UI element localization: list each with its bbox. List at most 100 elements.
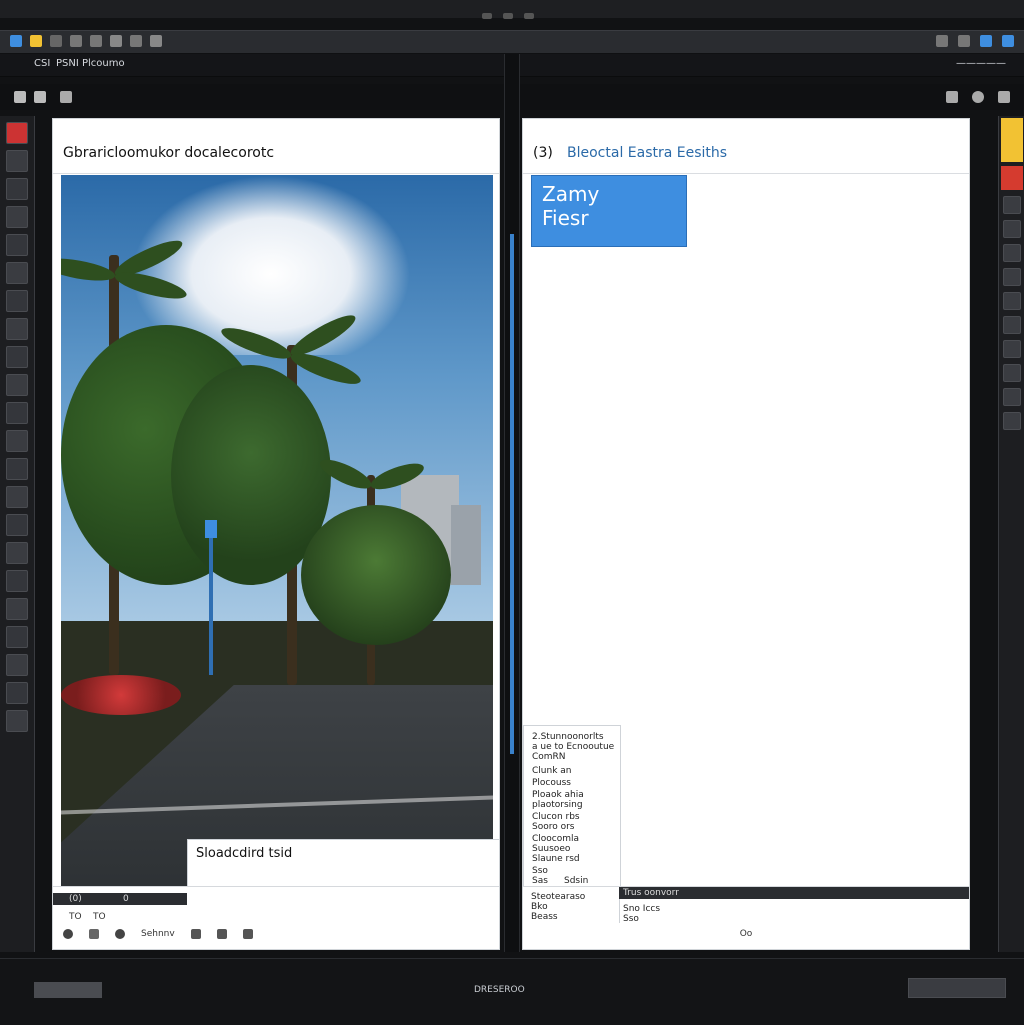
tool-brush[interactable] xyxy=(6,262,28,284)
status-right-block[interactable] xyxy=(908,978,1006,998)
panel-btn-9[interactable] xyxy=(1003,388,1021,406)
left-fit-icon[interactable] xyxy=(89,929,99,939)
tool-background[interactable] xyxy=(6,598,28,620)
tool-gradient[interactable] xyxy=(6,346,28,368)
minimize-icon[interactable] xyxy=(482,13,492,19)
settings-icon[interactable] xyxy=(1002,35,1014,47)
tool-dodge[interactable] xyxy=(6,374,28,396)
status-left-block[interactable] xyxy=(34,982,102,998)
subtoolbar-label: CSI xyxy=(34,58,51,69)
panel-btn-2[interactable] xyxy=(1003,220,1021,238)
title-badge: Zamy Fiesr xyxy=(531,175,687,247)
left-toolbar xyxy=(0,116,35,952)
tool-path[interactable] xyxy=(6,458,28,480)
tool-clone[interactable] xyxy=(6,290,28,312)
tool-shape[interactable] xyxy=(6,486,28,508)
side-note-11: Suusoeo xyxy=(532,844,571,854)
left-more-icon[interactable] xyxy=(242,929,253,939)
app-icon[interactable] xyxy=(10,35,22,47)
tool-select[interactable] xyxy=(6,150,28,172)
side-note-13: Sso xyxy=(532,866,548,876)
tool-extra[interactable] xyxy=(6,710,28,732)
title-badge-line-1: Zamy xyxy=(542,182,600,206)
tool-eraser[interactable] xyxy=(6,318,28,340)
document-right: (3) Bleoctal Eastra Eesiths Zamy Fiesr 2… xyxy=(522,118,970,950)
save-icon[interactable] xyxy=(50,35,62,47)
layers-icon[interactable] xyxy=(936,35,948,47)
panel-btn-7[interactable] xyxy=(1003,340,1021,358)
tool-heal[interactable] xyxy=(6,234,28,256)
subtoolbar-label-2: PSNI Plcoumo xyxy=(56,58,125,69)
tool-type[interactable] xyxy=(6,430,28,452)
window-controls[interactable] xyxy=(482,4,542,19)
tool-screen[interactable] xyxy=(6,654,28,676)
left-footer-controls: Sehnnv xyxy=(53,925,499,943)
split-handle[interactable] xyxy=(504,54,520,952)
right-footer-left-box: Steotearaso Bko Beass xyxy=(523,887,620,923)
title-badge-line-2: Fiesr xyxy=(542,206,589,230)
right-footer-right-3: Sso xyxy=(623,914,639,924)
side-note-12: Slaune rsd xyxy=(532,854,580,864)
view-icon[interactable] xyxy=(946,91,958,103)
notifications-icon[interactable] xyxy=(998,91,1010,103)
brush-icon[interactable] xyxy=(14,91,26,103)
tool-crop[interactable] xyxy=(6,206,28,228)
side-note-7: plaotorsing xyxy=(532,800,583,810)
left-zoom-out-icon[interactable] xyxy=(63,929,73,939)
left-image xyxy=(61,175,493,895)
tool-hand[interactable] xyxy=(6,514,28,536)
tool-pen[interactable] xyxy=(6,402,28,424)
crop-icon[interactable] xyxy=(110,35,122,47)
rectangle-tool-icon[interactable] xyxy=(60,91,72,103)
document-right-footer: Steotearaso Bko Beass Trus oonvorr Sno I… xyxy=(523,886,969,949)
document-left-title: Gbraricloomukor docalecorotc xyxy=(63,145,275,161)
tool-lasso[interactable] xyxy=(6,178,28,200)
right-footer-right-1: Trus oonvorr xyxy=(623,888,679,898)
panel-btn-8[interactable] xyxy=(1003,364,1021,382)
redo-icon[interactable] xyxy=(90,35,102,47)
folder-icon[interactable] xyxy=(30,35,42,47)
panel-btn-3[interactable] xyxy=(1003,244,1021,262)
left-footer-bar-label[interactable]: Sehnnv xyxy=(141,929,175,939)
left-footer-meta-3: TO xyxy=(69,912,82,922)
panel-btn-1[interactable] xyxy=(1003,196,1021,214)
side-note-1: 2.Stunnoonorlts xyxy=(532,732,604,742)
panel-btn-5[interactable] xyxy=(1003,292,1021,310)
side-note-8: Clucon rbs xyxy=(532,812,580,822)
right-footer-right-2: Sno Iccs xyxy=(623,904,661,914)
tool-more[interactable] xyxy=(6,682,28,704)
side-note-6: Ploaok ahia xyxy=(532,790,584,800)
account-icon[interactable] xyxy=(972,91,984,103)
panel-btn-4[interactable] xyxy=(1003,268,1021,286)
right-footer-left-1: Steotearaso xyxy=(531,892,586,902)
caption-text: Sloadcdird tsid xyxy=(196,846,293,861)
share-icon[interactable] xyxy=(958,35,970,47)
left-footer-meta-1: (0) xyxy=(69,894,82,904)
document-left-header: Gbraricloomukor docalecorotc xyxy=(53,119,499,174)
close-icon[interactable] xyxy=(524,13,535,19)
left-next-icon[interactable] xyxy=(216,929,227,939)
tool-quickmask[interactable] xyxy=(6,626,28,648)
side-note-3: ComRN xyxy=(532,752,566,762)
left-zoom-in-icon[interactable] xyxy=(115,929,125,939)
side-note-15: Sdsin xyxy=(564,876,589,886)
right-footer-center[interactable]: Oo xyxy=(740,929,753,939)
grid-icon[interactable] xyxy=(130,35,142,47)
split-handle-grip[interactable] xyxy=(510,234,514,754)
left-prev-icon[interactable] xyxy=(190,929,201,939)
toolbar-left-icons xyxy=(10,35,162,47)
undo-icon[interactable] xyxy=(70,35,82,47)
panel-btn-10[interactable] xyxy=(1003,412,1021,430)
tool-move[interactable] xyxy=(6,122,28,144)
color-swatch-red[interactable] xyxy=(1001,166,1023,190)
text-icon[interactable] xyxy=(150,35,162,47)
tool-zoom[interactable] xyxy=(6,542,28,564)
panel-btn-6[interactable] xyxy=(1003,316,1021,334)
toolbar-right-icons xyxy=(936,35,1014,47)
color-swatch-yellow[interactable] xyxy=(1001,118,1023,162)
maximize-icon[interactable] xyxy=(503,13,514,19)
pen-icon[interactable] xyxy=(34,91,46,103)
tool-foreground[interactable] xyxy=(6,570,28,592)
help-icon[interactable] xyxy=(980,35,992,47)
document-right-header: (3) Bleoctal Eastra Eesiths xyxy=(523,119,969,174)
